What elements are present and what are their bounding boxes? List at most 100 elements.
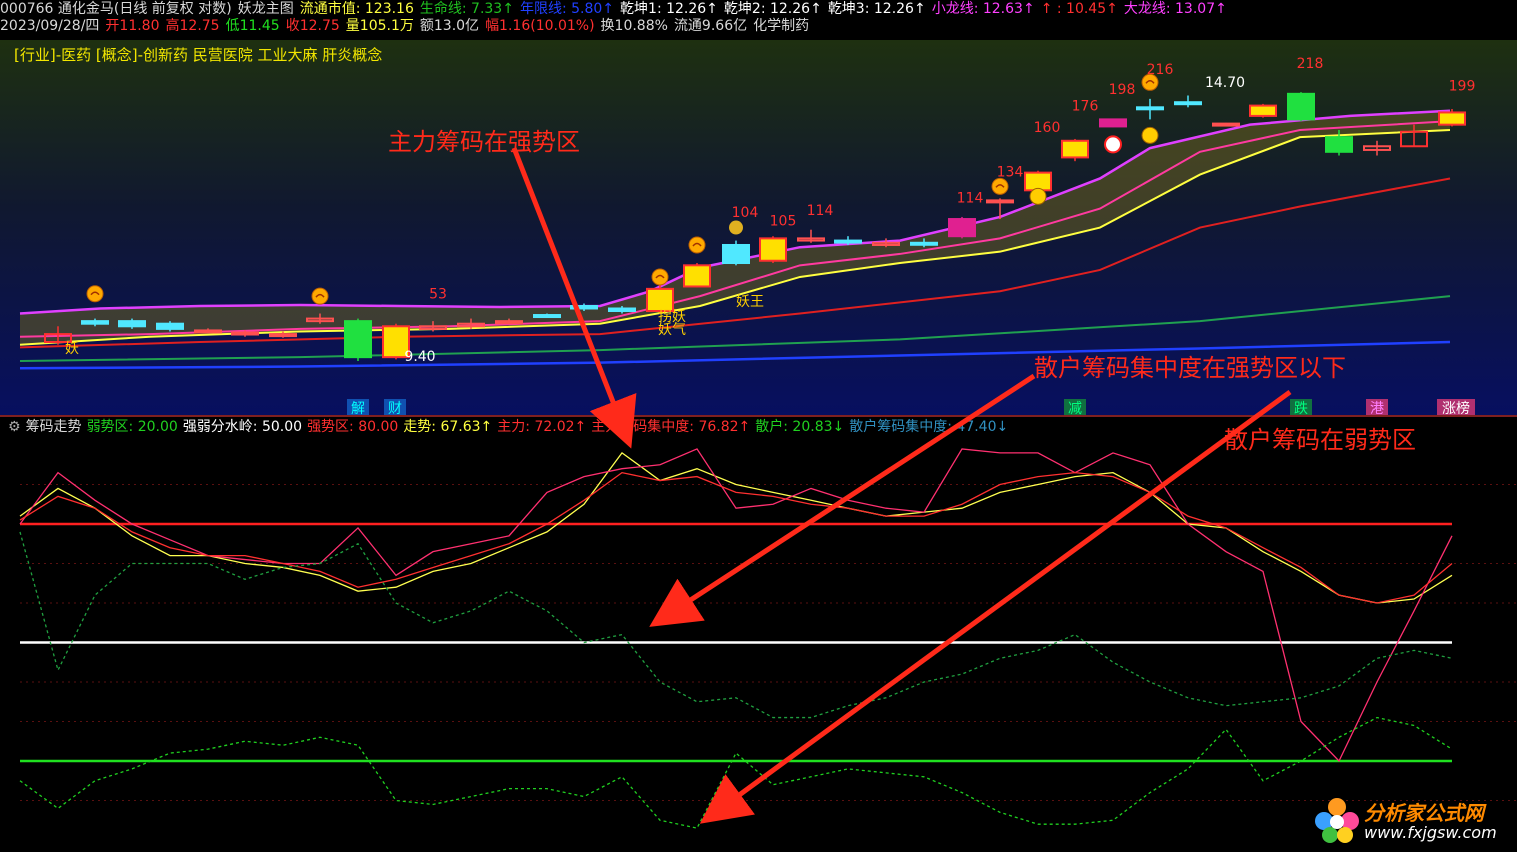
candlestick[interactable]: [1061, 138, 1089, 162]
candle-body: [1061, 139, 1089, 159]
value-label: 9.40: [404, 349, 435, 365]
value-label: 53: [429, 287, 447, 303]
indicator-background: [0, 415, 1517, 852]
value-label: 114: [957, 190, 984, 206]
candlestick[interactable]: [1249, 103, 1277, 118]
indicator-header-item: 强势区: 80.00: [307, 419, 399, 435]
header-item: 乾坤3: 12.26↑: [827, 1, 926, 17]
candle-body: [986, 199, 1014, 204]
candle-body: [156, 322, 184, 330]
candlestick[interactable]: [1212, 122, 1240, 127]
smile-icon-face: [688, 236, 706, 254]
money-bag-icon: [729, 220, 743, 235]
value-label: 114: [807, 203, 834, 219]
value-label: 160: [1034, 120, 1061, 136]
indicator-header-item: 弱势区: 20.00: [86, 419, 178, 435]
value-label: 198: [1109, 82, 1136, 98]
header-item: 幅1.16(10.01%): [485, 18, 595, 34]
chip-indicator-chart[interactable]: [0, 415, 1517, 852]
candle-body: [608, 307, 636, 312]
header-item: 妖龙主图: [237, 1, 294, 17]
header-item: 额13.0亿: [419, 18, 480, 34]
candlestick[interactable]: [683, 263, 711, 288]
logo-url: www.fxjgsw.com: [1364, 823, 1497, 842]
candlestick[interactable]: [533, 313, 561, 319]
concept-tags: [行业]-医药 [概念]-创新药 民营医院 工业大麻 肝炎概念: [14, 46, 383, 64]
plus-icon: [1104, 135, 1122, 154]
candle-body: [759, 237, 787, 262]
candle-body: [1249, 104, 1277, 117]
candlestick[interactable]: [344, 318, 372, 362]
value-label: 176: [1072, 99, 1099, 115]
header-item: 流通9.66亿: [673, 18, 748, 34]
candle-body: [269, 333, 297, 338]
signal-tag-text: 涨榜: [1442, 400, 1470, 415]
signal-tag-text: 财: [388, 401, 402, 415]
value-label: 14.70: [1205, 75, 1245, 91]
signal-tag: 解: [347, 399, 369, 415]
candlestick[interactable]: [722, 240, 750, 266]
annotation-retail-weak: 散户筹码在弱势区: [1224, 426, 1416, 454]
header-item: 开11.80: [105, 18, 160, 34]
header-item: 收12.75: [285, 18, 340, 34]
indicator-header: ⚙ 筹码走势 弱势区: 20.00 强弱分水岭: 50.00 强势区: 80.00 走势:…: [8, 418, 1013, 436]
signal-tag-text: 减: [1068, 401, 1082, 415]
candle-body: [1174, 101, 1202, 106]
signal-tag: 跌: [1290, 399, 1312, 415]
smile-icon: [688, 236, 706, 254]
value-label: 199: [1449, 79, 1476, 95]
signal-tag: 涨榜: [1437, 399, 1475, 415]
header-item: 年限线: 5.80↑: [519, 1, 615, 17]
header-item: 小龙线: 12.63↑: [931, 1, 1035, 17]
header-item: 2023/09/28/四: [0, 18, 100, 34]
smile-icon-face: [991, 177, 1009, 195]
header-item: 大龙线: 13.07↑: [1123, 1, 1227, 17]
signal-tag-text: 解: [351, 401, 365, 415]
site-logo: 分析家公式网 www.fxjgsw.com: [1312, 795, 1512, 847]
smile-icon: [991, 177, 1009, 195]
header-item: 低11.45: [225, 18, 280, 34]
header-item: 生命线: 7.33↑: [419, 1, 514, 17]
smile-icon-face: [651, 268, 669, 286]
header-item: 乾坤2: 12.26↑: [723, 1, 822, 17]
smile-icon-face: [311, 287, 329, 305]
candle-body: [683, 264, 711, 288]
header-item: 换10.88%: [600, 18, 668, 34]
signal-tag: 减: [1064, 399, 1086, 415]
candle-body: [495, 320, 523, 325]
smile-icon: [1141, 73, 1159, 91]
gear-icon[interactable]: ⚙: [8, 419, 21, 435]
indicator-header-item: 主力: 72.02↑: [497, 419, 587, 435]
smile-icon: [86, 285, 104, 303]
candle-body: [194, 329, 222, 334]
candle-body: [118, 320, 146, 328]
candlestick[interactable]: [948, 216, 976, 239]
signal-label: 妖: [65, 341, 79, 357]
candle-body: [722, 243, 750, 265]
header-item: ↑ : 10.45↑: [1040, 1, 1118, 17]
logo-title: 分析家公式网: [1364, 801, 1484, 825]
emoji-icon: [1141, 126, 1159, 144]
signal-label: 妖王: [736, 294, 764, 310]
candle-body: [834, 239, 862, 244]
candlestick[interactable]: [1287, 92, 1315, 122]
header-item: 流通市值: 123.16: [299, 1, 414, 17]
smile-icon-face: [1141, 73, 1159, 91]
signal-tag: 港: [1366, 399, 1388, 415]
smile-icon-face: [86, 285, 104, 303]
candlestick[interactable]: [1438, 109, 1466, 127]
signal-label: 妖气: [658, 322, 686, 338]
candle-body: [910, 241, 938, 246]
header-line-1: 000766 通化金马(日线 前复权 对数) 妖龙主图 流通市值: 123.16 生命…: [0, 0, 1233, 18]
emoji-icon: [1029, 187, 1047, 205]
header-item: 高12.75: [165, 18, 220, 34]
header-item: 化学制药: [753, 18, 810, 34]
header-line-2: 2023/09/28/四 开11.80 高12.75 低11.45 收12.75 量105…: [0, 17, 815, 35]
candle-body: [1287, 92, 1315, 121]
candlestick[interactable]: [759, 236, 787, 264]
annotation-main-strong: 主力筹码在强势区: [388, 128, 580, 156]
value-label: 105: [770, 213, 797, 229]
candle-body: [81, 320, 109, 325]
candlestick[interactable]: [1099, 118, 1127, 128]
candle-body: [948, 218, 976, 238]
